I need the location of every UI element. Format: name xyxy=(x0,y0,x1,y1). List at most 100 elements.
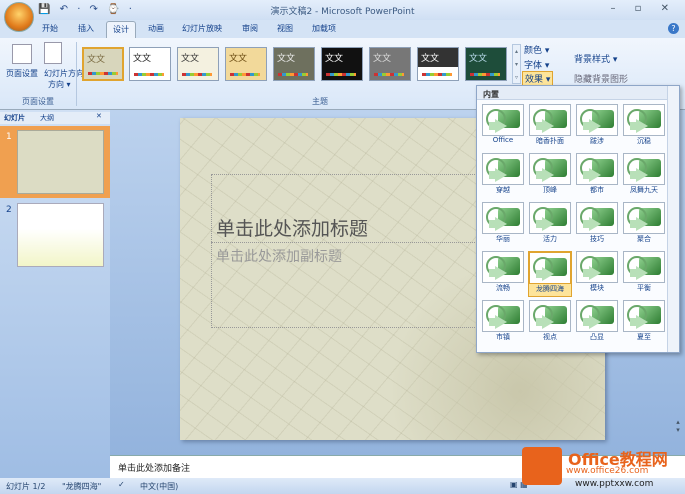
slide-thumbnail-1[interactable] xyxy=(17,130,104,194)
theme-label: 文文 xyxy=(421,54,440,64)
theme-thumb[interactable]: 文文 xyxy=(225,47,267,81)
effect-item[interactable]: 都市 xyxy=(575,153,619,199)
effects-button[interactable]: 效果 ▾ xyxy=(522,71,554,86)
theme-thumb[interactable]: 文文 xyxy=(417,47,459,81)
theme-label: 文文 xyxy=(181,54,200,64)
effect-item[interactable]: 模块 xyxy=(575,251,619,297)
effect-preview-icon xyxy=(482,202,524,234)
effect-label: 夏至 xyxy=(637,333,651,341)
help-icon[interactable]: ? xyxy=(668,23,679,34)
effect-preview-icon xyxy=(482,300,524,332)
office-button[interactable] xyxy=(4,2,34,32)
page-setup-icon xyxy=(12,44,32,64)
tab-home[interactable]: 开始 xyxy=(42,23,58,34)
effect-preview-icon xyxy=(482,251,524,283)
effect-label: 凸显 xyxy=(590,333,604,341)
theme-thumb[interactable]: 文文 xyxy=(369,47,411,81)
slide-number: 2 xyxy=(6,205,12,215)
effect-item[interactable]: 平衡 xyxy=(622,251,666,297)
effect-item[interactable]: 视点 xyxy=(528,300,572,346)
ribbon-tabs: 开始 插入 设计 动画 幻灯片放映 审阅 视图 加载项 ? xyxy=(0,20,685,38)
title-placeholder[interactable]: 单击此处添加标题 xyxy=(216,214,368,241)
spellcheck-icon[interactable]: ✓ xyxy=(118,480,125,489)
theme-thumb[interactable]: 文文 xyxy=(321,47,363,81)
tab-slides[interactable]: 幻灯片 xyxy=(4,113,25,123)
effect-item[interactable]: 穿越 xyxy=(481,153,525,199)
colors-button[interactable]: 颜色 ▾ xyxy=(524,43,549,56)
window-controls[interactable]: – ▫ ✕ xyxy=(610,3,677,14)
effect-item[interactable]: 市镇 xyxy=(481,300,525,346)
orientation-button[interactable]: 幻灯片方向 xyxy=(44,68,84,79)
effect-label: 顶峰 xyxy=(543,186,557,194)
effect-item[interactable]: Office xyxy=(481,104,525,150)
effect-preview-icon xyxy=(529,300,571,332)
effect-preview-icon xyxy=(623,104,665,136)
effect-label: 沉稳 xyxy=(637,137,651,145)
tab-addins[interactable]: 加载项 xyxy=(312,23,336,34)
slide-counter: 幻灯片 1/2 xyxy=(6,482,46,491)
effect-item[interactable]: 活力 xyxy=(528,202,572,248)
tab-outline[interactable]: 大纲 xyxy=(40,113,54,123)
effect-label: 视点 xyxy=(543,333,557,341)
tab-view[interactable]: 视图 xyxy=(277,23,293,34)
close-panel-icon[interactable]: ✕ xyxy=(96,112,102,120)
theme-label: 文文 xyxy=(325,54,344,64)
effect-preview-icon xyxy=(482,104,524,136)
tab-design[interactable]: 设计 xyxy=(106,21,136,38)
theme-thumb[interactable]: 文文 xyxy=(82,47,124,81)
theme-label: 文文 xyxy=(373,54,392,64)
effect-preview-icon xyxy=(529,153,571,185)
effect-label: 凤舞九天 xyxy=(630,186,658,194)
effect-item[interactable]: 凤舞九天 xyxy=(622,153,666,199)
effect-preview-icon xyxy=(529,252,571,284)
effect-item[interactable]: 跋涉 xyxy=(575,104,619,150)
fonts-button[interactable]: 字体 ▾ xyxy=(524,58,549,71)
effect-item[interactable]: 聚合 xyxy=(622,202,666,248)
effect-preview-icon xyxy=(623,153,665,185)
gallery-scrollbar[interactable] xyxy=(667,86,679,352)
effect-label: 模块 xyxy=(590,284,604,292)
theme-thumb[interactable]: 文文 xyxy=(465,47,507,81)
theme-thumb[interactable]: 文文 xyxy=(177,47,219,81)
theme-thumb[interactable]: 文文 xyxy=(273,47,315,81)
scroll-nav-buttons[interactable]: ▴ ▾ xyxy=(672,418,684,454)
orientation-icon xyxy=(44,42,62,64)
effect-label: 跋涉 xyxy=(590,137,604,145)
effect-preview-icon xyxy=(623,202,665,234)
notes-placeholder[interactable]: 单击此处添加备注 xyxy=(118,461,190,474)
effect-item[interactable]: 夏至 xyxy=(622,300,666,346)
page-setup-button[interactable]: 页面设置 xyxy=(6,68,38,79)
effect-item[interactable]: 凸显 xyxy=(575,300,619,346)
theme-thumb[interactable]: 文文 xyxy=(129,47,171,81)
tab-review[interactable]: 审阅 xyxy=(242,23,258,34)
effect-preview-icon xyxy=(529,202,571,234)
effect-item[interactable]: 沉稳 xyxy=(622,104,666,150)
gallery-scroll[interactable]: ▴ ▾ ▿ xyxy=(512,44,521,84)
theme-label: 文文 xyxy=(469,54,488,64)
watermark-logo xyxy=(522,447,562,485)
slide-panel: 幻灯片 大纲 ✕ 1 2 xyxy=(0,110,110,478)
background-styles-button[interactable]: 背景样式 ▾ xyxy=(574,52,617,65)
tab-slideshow[interactable]: 幻灯片放映 xyxy=(182,23,222,34)
effect-item[interactable]: 华丽 xyxy=(481,202,525,248)
effect-item[interactable]: 流畅 xyxy=(481,251,525,297)
effect-label: Office xyxy=(492,136,514,144)
effects-gallery-dropdown: 内置 Office 暗香扑面 跋涉 沉稳 穿越 顶峰 都市 凤舞九天 华丽 活力 技巧 聚合 流畅 龙腾四… xyxy=(476,85,680,353)
effect-item[interactable]: 技巧 xyxy=(575,202,619,248)
theme-label: 文文 xyxy=(133,54,152,64)
theme-label: 文文 xyxy=(87,55,106,65)
theme-label: 文文 xyxy=(277,54,296,64)
tab-insert[interactable]: 插入 xyxy=(78,23,94,34)
effect-item[interactable]: 龙腾四海 xyxy=(528,251,572,297)
effect-preview-icon xyxy=(576,153,618,185)
tab-animation[interactable]: 动画 xyxy=(148,23,164,34)
effect-preview-icon xyxy=(623,251,665,283)
effect-item[interactable]: 暗香扑面 xyxy=(528,104,572,150)
hide-background-checkbox[interactable]: 隐藏背景图形 xyxy=(574,72,628,85)
group-page-setup-label: 页面设置 xyxy=(22,97,54,106)
effect-label: 平衡 xyxy=(637,284,651,292)
effect-item[interactable]: 顶峰 xyxy=(528,153,572,199)
quick-access-toolbar[interactable]: 💾 ↶ · ↷ ⌚ · xyxy=(38,4,135,15)
subtitle-placeholder[interactable]: 单击此处添加副标题 xyxy=(216,246,342,266)
slide-thumbnail-2[interactable] xyxy=(17,203,104,267)
